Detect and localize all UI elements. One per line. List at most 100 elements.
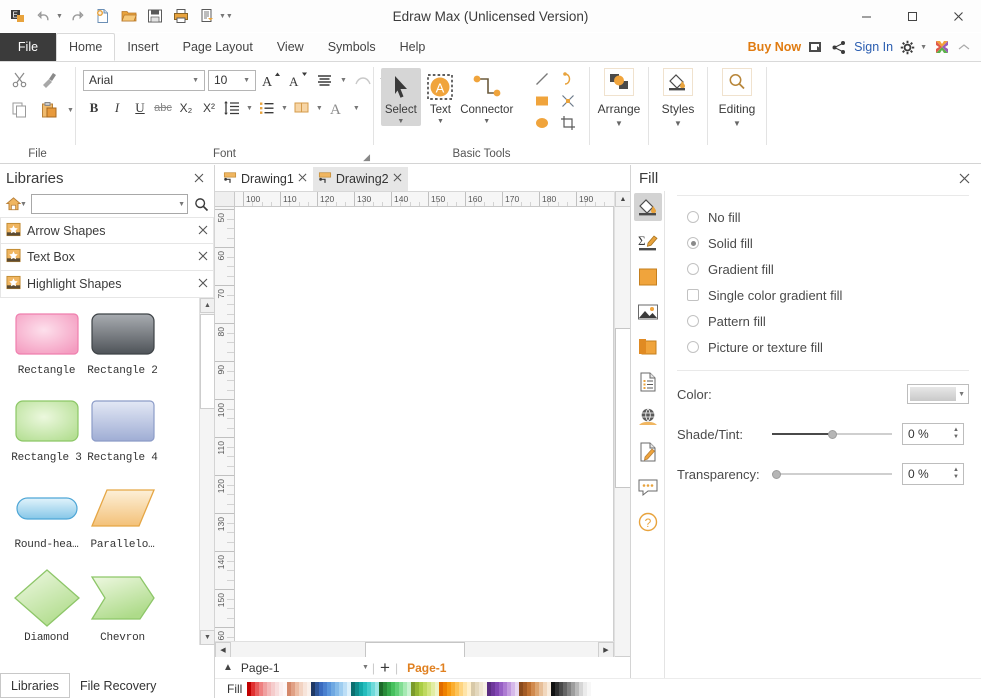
shape-item-parallelogram[interactable]: Parallelo…	[76, 480, 169, 551]
customize-qat-icon[interactable]: ▼	[226, 13, 233, 20]
close-button[interactable]	[935, 0, 981, 33]
select-tool[interactable]: Select ▼	[381, 68, 421, 126]
scroll-up-icon[interactable]: ▲	[200, 298, 215, 313]
canvas-vscroll-thumb[interactable]	[615, 328, 631, 488]
grow-font-icon[interactable]: A	[259, 68, 283, 92]
spinner-up-icon[interactable]: ▲	[953, 467, 959, 474]
chevron-down-icon[interactable]: ▼	[397, 117, 404, 126]
export-icon[interactable]	[195, 4, 219, 28]
font-name-combo[interactable]: Arial ▼	[83, 69, 205, 91]
text-columns-icon[interactable]	[291, 96, 313, 120]
undo-dropdown-icon[interactable]: ▼	[56, 13, 63, 20]
undo-icon[interactable]	[32, 4, 56, 28]
print-icon[interactable]	[169, 4, 193, 28]
color-swatch[interactable]	[587, 681, 592, 696]
redo-icon[interactable]	[65, 4, 89, 28]
library-category-arrow-shapes[interactable]: Arrow Shapes	[0, 217, 214, 244]
document-tab-drawing2[interactable]: Drawing2	[312, 167, 408, 191]
gear-icon[interactable]	[900, 40, 915, 55]
menu-tab-home[interactable]: Home	[56, 33, 116, 61]
rectangle-icon[interactable]	[530, 90, 554, 111]
text-columns-dropdown-icon[interactable]: ▼	[314, 105, 325, 112]
close-document-icon[interactable]	[393, 173, 402, 185]
close-libraries-panel-icon[interactable]	[190, 169, 208, 187]
shadow-icon[interactable]	[634, 333, 662, 361]
subscript-button[interactable]: X₂	[175, 96, 197, 120]
edraw-logo-icon[interactable]: E	[6, 4, 30, 28]
edraw-cross-logo-icon[interactable]	[934, 39, 950, 55]
share-icon[interactable]	[831, 40, 847, 55]
gear-dropdown-icon[interactable]: ▼	[920, 44, 927, 51]
library-category-highlight-shapes[interactable]: Highlight Shapes	[0, 271, 214, 298]
strikethrough-button[interactable]: abc	[152, 96, 174, 120]
spinner-buttons[interactable]: ▲ ▼	[949, 464, 963, 484]
fill-option-no-fill[interactable]: No fill	[687, 204, 969, 230]
close-category-icon[interactable]	[198, 250, 208, 264]
properties-icon[interactable]	[634, 368, 662, 396]
horizontal-ruler[interactable]: 100 110 120 130 140 150 160 170 180 190	[215, 191, 630, 207]
menu-tab-page-layout[interactable]: Page Layout	[171, 33, 265, 61]
transparency-slider[interactable]	[772, 466, 892, 482]
slider-handle[interactable]	[772, 469, 781, 479]
italic-button[interactable]: I	[106, 96, 128, 120]
font-color-dropdown-icon[interactable]: ▼	[351, 105, 362, 112]
spinner-up-icon[interactable]: ▲	[953, 427, 959, 434]
help-icon[interactable]: ?	[634, 508, 662, 536]
chevron-down-icon[interactable]: ▼	[362, 664, 369, 671]
superscript-button[interactable]: X²	[198, 96, 220, 120]
drawing-canvas[interactable]	[235, 207, 614, 672]
shade-tint-spinner[interactable]: 0 % ▲ ▼	[902, 423, 964, 445]
fill-bucket-icon[interactable]	[633, 193, 662, 221]
line-pen-icon[interactable]: Σ	[634, 228, 662, 256]
fill-option-pattern-fill[interactable]: Pattern fill	[687, 308, 969, 334]
scroll-down-icon[interactable]: ▼	[200, 630, 215, 645]
shape-item-rectangle-2[interactable]: Rectangle 2	[76, 306, 169, 377]
close-category-icon[interactable]	[198, 277, 208, 291]
picture-icon[interactable]	[634, 298, 662, 326]
minimize-button[interactable]	[843, 0, 889, 33]
fill-option-picture-or-texture-fill[interactable]: Picture or texture fill	[687, 334, 969, 360]
open-folder-icon[interactable]	[117, 4, 141, 28]
text-tool[interactable]: A Text ▼	[421, 68, 461, 126]
chevron-down-icon[interactable]: ▼	[674, 119, 682, 128]
shrink-font-icon[interactable]: A	[286, 68, 310, 92]
spinner-down-icon[interactable]: ▼	[953, 434, 959, 441]
format-painter-icon[interactable]	[36, 67, 62, 93]
document-tab-drawing1[interactable]: Drawing1	[218, 167, 313, 191]
libraries-scrollbar[interactable]: ▲ ▼	[199, 298, 215, 645]
shape-color-icon[interactable]	[634, 263, 662, 291]
chevron-down-icon[interactable]: ▼	[240, 77, 253, 84]
scroll-right-icon[interactable]: ▶	[598, 642, 614, 658]
library-category-text-box[interactable]: Text Box	[0, 244, 214, 271]
chevron-down-icon[interactable]: ▼	[733, 119, 741, 128]
shape-item-chevron[interactable]: Chevron	[76, 567, 169, 644]
align-left-icon[interactable]	[313, 68, 335, 92]
font-color-icon[interactable]: A	[326, 96, 350, 120]
bullet-list-dropdown-icon[interactable]: ▼	[279, 105, 290, 112]
chevron-down-icon[interactable]: ▼	[615, 119, 623, 128]
search-input[interactable]	[35, 198, 179, 210]
menu-tab-insert[interactable]: Insert	[115, 33, 170, 61]
crop-icon[interactable]	[556, 112, 580, 133]
connector-tool[interactable]: Connector ▼	[460, 68, 513, 126]
current-page-tab[interactable]: Page-1	[407, 661, 446, 675]
export-dropdown-icon[interactable]: ▼	[219, 13, 226, 20]
page-panel-toggle-icon[interactable]: ▲	[220, 662, 236, 673]
curve-text-icon[interactable]	[352, 68, 374, 92]
color-swatches[interactable]	[247, 681, 592, 696]
spinner-buttons[interactable]: ▲ ▼	[949, 424, 963, 444]
underline-button[interactable]: U	[129, 96, 151, 120]
home-dropdown-icon[interactable]: ▼	[20, 201, 27, 208]
arrange-button[interactable]: Arrange ▼	[590, 62, 648, 128]
cloud-storage-icon[interactable]	[808, 40, 824, 55]
paste-dropdown-icon[interactable]: ▼	[65, 107, 76, 114]
scroll-up-icon[interactable]: ▲	[615, 191, 631, 207]
maximize-button[interactable]	[889, 0, 935, 33]
menu-file[interactable]: File	[0, 33, 56, 61]
chevron-down-icon[interactable]: ▼	[437, 117, 444, 126]
spinner-down-icon[interactable]: ▼	[953, 474, 959, 481]
vertical-ruler[interactable]: 50 60 70 80 90 100 110 120 130 140 150 160	[215, 207, 235, 672]
ellipse-icon[interactable]	[530, 112, 554, 133]
line-spacing-dropdown-icon[interactable]: ▼	[244, 105, 255, 112]
radio-picture-or-texture-fill[interactable]	[687, 341, 699, 353]
